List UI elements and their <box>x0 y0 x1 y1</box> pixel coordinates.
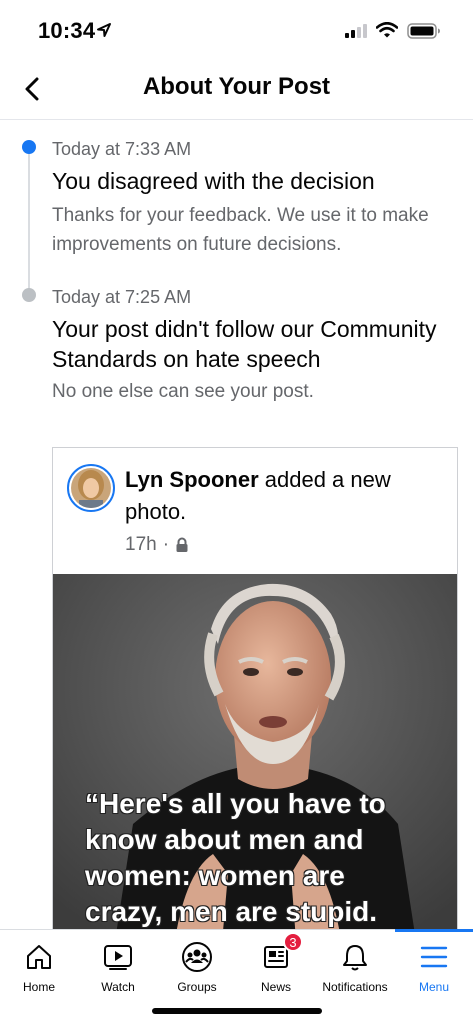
tab-news[interactable]: 3 News <box>237 930 315 1000</box>
post-meta: 17h · <box>125 534 189 556</box>
location-arrow-icon <box>97 23 111 37</box>
post-author[interactable]: Lyn Spooner <box>125 467 259 492</box>
tab-label: Notifications <box>322 980 388 994</box>
entry-timestamp: Today at 7:33 AM <box>52 139 192 159</box>
bell-icon <box>343 945 367 971</box>
tab-home[interactable]: Home <box>0 930 78 1000</box>
tab-label: Home <box>22 980 55 994</box>
tab-menu[interactable]: Menu <box>395 929 473 1000</box>
battery-icon <box>407 23 440 39</box>
profile-photo <box>71 468 111 508</box>
page-title: About Your Post <box>142 73 331 100</box>
post-image[interactable]: “Here's all you have to know about men a… <box>53 574 457 946</box>
entry-description: Thanks for your feedback. We use it to m… <box>52 205 429 255</box>
meta-separator: · <box>162 534 170 555</box>
signal-icon <box>345 24 367 38</box>
entry-timestamp: Today at 7:25 AM <box>52 287 192 307</box>
tab-label: Watch <box>101 980 135 994</box>
post-header: Lyn Spooner added a new photo. <box>125 464 445 528</box>
tab-label: Groups <box>177 980 217 994</box>
status-bar: 10:34 <box>0 0 473 60</box>
timeline-entry: Today at 7:25 AM Your post didn't follow… <box>52 286 457 406</box>
header: About Your Post <box>0 60 473 120</box>
timeline-entry: Today at 7:33 AM You disagreed with the … <box>52 138 457 259</box>
groups-icon <box>182 942 212 972</box>
wifi-icon <box>376 22 398 38</box>
post-card[interactable]: Lyn Spooner added a new photo. 17h · “He… <box>52 447 458 947</box>
entry-title: You disagreed with the decision <box>52 168 375 194</box>
notification-badge: 3 <box>283 932 303 952</box>
watch-icon <box>104 945 132 970</box>
post-age: 17h <box>125 534 157 555</box>
lock-icon <box>176 537 188 552</box>
menu-icon <box>420 946 448 968</box>
timeline-dot <box>22 288 36 302</box>
entry-description: No one else can see your post. <box>52 381 314 402</box>
home-icon <box>27 945 51 969</box>
tab-groups[interactable]: Groups <box>158 930 236 1000</box>
avatar[interactable] <box>67 464 115 512</box>
entry-title: Your post didn't follow our Community St… <box>52 316 437 372</box>
timeline-line <box>28 150 30 292</box>
tab-notifications[interactable]: Notifications <box>316 930 394 1000</box>
image-quote-text: “Here's all you have to know about men a… <box>85 788 386 927</box>
tab-label: News <box>260 980 291 994</box>
timeline-dot-active <box>22 140 36 154</box>
status-time: 10:34 <box>38 18 96 43</box>
tab-watch[interactable]: Watch <box>79 930 157 1000</box>
tab-label: Menu <box>418 980 450 994</box>
home-indicator[interactable] <box>152 1008 322 1014</box>
